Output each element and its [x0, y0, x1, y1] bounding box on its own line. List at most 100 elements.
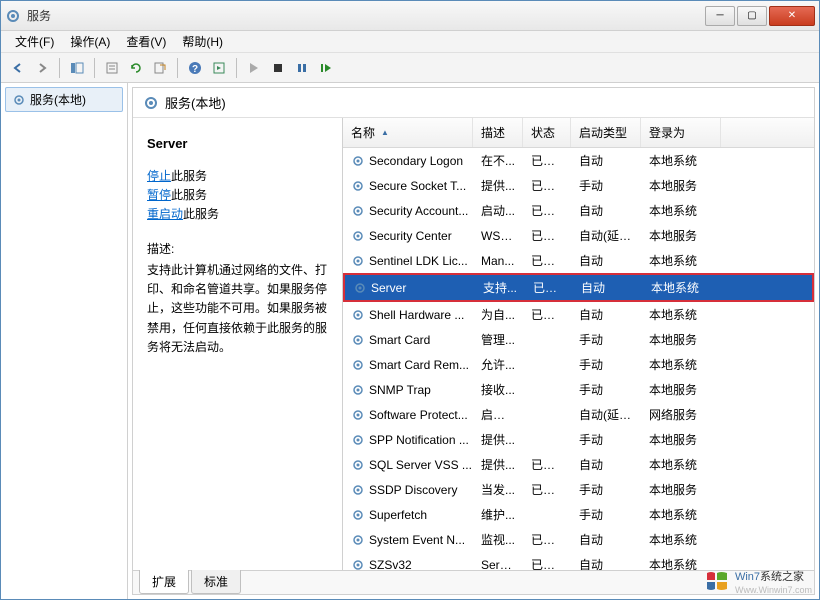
service-status	[523, 338, 571, 342]
service-row[interactable]: Security CenterWSC...已启动自动(延迟...本地服务	[343, 223, 814, 248]
service-row[interactable]: SQL Server VSS ...提供...已启动自动本地系统	[343, 452, 814, 477]
service-startup: 手动	[571, 329, 641, 350]
col-startup[interactable]: 启动类型	[571, 118, 641, 147]
service-name: Secondary Logon	[369, 154, 463, 168]
stop-service-button[interactable]	[267, 57, 289, 79]
gear-icon	[351, 229, 365, 243]
start-service-button[interactable]	[243, 57, 265, 79]
service-list[interactable]: 名称▲ 描述 状态 启动类型 登录为 Secondary Logon 在不... 已…	[343, 118, 814, 570]
service-desc: 当发...	[473, 479, 523, 500]
service-logon: 本地服务	[641, 175, 721, 196]
service-name: System Event N...	[369, 533, 465, 547]
service-name: SSDP Discovery	[369, 483, 457, 497]
action-button[interactable]	[208, 57, 230, 79]
service-row[interactable]: Software Protect...启用 ...自动(延迟...网络服务	[343, 402, 814, 427]
service-row[interactable]: Secure Socket T...提供...已启动手动本地服务	[343, 173, 814, 198]
service-desc: 提供...	[473, 175, 523, 196]
service-status: 已启动	[523, 479, 571, 500]
gear-icon	[351, 383, 365, 397]
service-startup: 手动	[571, 379, 641, 400]
content-area: 服务(本地) 服务(本地) Server 停止此服务 暂停此服务 重启动此服务	[1, 83, 819, 599]
service-logon: 本地系统	[641, 454, 721, 475]
service-row[interactable]: SNMP Trap接收...手动本地服务	[343, 377, 814, 402]
service-logon: 本地系统	[641, 504, 721, 525]
pause-link[interactable]: 暂停	[147, 188, 171, 202]
menu-view[interactable]: 查看(V)	[118, 31, 174, 52]
service-name: SPP Notification ...	[369, 433, 469, 447]
service-row[interactable]: Smart Card管理...手动本地服务	[343, 327, 814, 352]
service-name: Server	[371, 281, 406, 295]
maximize-button[interactable]: ▢	[737, 6, 767, 26]
service-desc: Man...	[473, 252, 523, 270]
toolbar: ?	[1, 53, 819, 83]
tab-extended[interactable]: 扩展	[139, 570, 189, 594]
service-desc: 监视...	[473, 529, 523, 550]
service-startup: 手动	[571, 354, 641, 375]
service-status: 已启动	[525, 277, 573, 298]
service-logon: 本地系统	[641, 250, 721, 271]
restart-link[interactable]: 重启动	[147, 207, 183, 221]
service-logon: 网络服务	[641, 404, 721, 425]
gear-icon	[351, 408, 365, 422]
gear-icon	[351, 308, 365, 322]
window-controls: ─ ▢ ✕	[705, 6, 815, 26]
service-row[interactable]: Security Account...启动...已启动自动本地系统	[343, 198, 814, 223]
minimize-button[interactable]: ─	[705, 6, 735, 26]
service-name: Sentinel LDK Lic...	[369, 254, 468, 268]
service-status	[523, 513, 571, 517]
service-row[interactable]: Smart Card Rem...允许...手动本地系统	[343, 352, 814, 377]
titlebar[interactable]: 服务 ─ ▢ ✕	[1, 1, 819, 31]
export-button[interactable]	[149, 57, 171, 79]
gear-icon	[351, 179, 365, 193]
service-startup: 自动	[571, 529, 641, 550]
refresh-button[interactable]	[125, 57, 147, 79]
watermark-logo	[705, 569, 729, 596]
service-desc: 在不...	[473, 150, 523, 171]
stop-link[interactable]: 停止	[147, 169, 171, 183]
menu-help[interactable]: 帮助(H)	[174, 31, 231, 52]
service-startup: 自动(延迟...	[571, 225, 641, 246]
service-logon: 本地服务	[641, 225, 721, 246]
service-startup: 自动	[571, 554, 641, 570]
service-logon: 本地系统	[641, 304, 721, 325]
pause-service-button[interactable]	[291, 57, 313, 79]
col-status[interactable]: 状态	[523, 118, 571, 147]
col-logon[interactable]: 登录为	[641, 118, 721, 147]
service-row[interactable]: SPP Notification ...提供...手动本地服务	[343, 427, 814, 452]
service-startup: 自动	[573, 277, 643, 298]
col-desc[interactable]: 描述	[473, 118, 523, 147]
tab-standard[interactable]: 标准	[191, 570, 241, 594]
service-name: Smart Card	[369, 333, 430, 347]
service-name: Shell Hardware ...	[369, 308, 464, 322]
service-row[interactable]: Secondary Logon在不...已启动自动本地系统	[343, 148, 814, 173]
description-label: 描述:	[147, 240, 328, 257]
gear-icon	[351, 458, 365, 472]
service-row[interactable]: System Event N...监视...已启动自动本地系统	[343, 527, 814, 552]
close-button[interactable]: ✕	[769, 6, 815, 26]
service-startup: 自动(延迟...	[571, 404, 641, 425]
window-title: 服务	[27, 7, 705, 24]
service-row[interactable]: Server支持...已启动自动本地系统	[343, 273, 814, 302]
service-row[interactable]: SSDP Discovery当发...已启动手动本地服务	[343, 477, 814, 502]
col-name[interactable]: 名称▲	[343, 118, 473, 147]
service-startup: 自动	[571, 250, 641, 271]
menu-action[interactable]: 操作(A)	[62, 31, 118, 52]
forward-button[interactable]	[31, 57, 53, 79]
service-status: 已启动	[523, 304, 571, 325]
service-desc: Servi...	[473, 556, 523, 571]
service-status	[523, 413, 571, 417]
gear-icon	[351, 204, 365, 218]
service-row[interactable]: Superfetch维护...手动本地系统	[343, 502, 814, 527]
show-hide-tree-button[interactable]	[66, 57, 88, 79]
service-logon: 本地系统	[641, 150, 721, 171]
service-row[interactable]: Sentinel LDK Lic...Man...已启动自动本地系统	[343, 248, 814, 273]
help-button[interactable]: ?	[184, 57, 206, 79]
back-button[interactable]	[7, 57, 29, 79]
service-logon: 本地系统	[641, 529, 721, 550]
restart-service-button[interactable]	[315, 57, 337, 79]
menu-file[interactable]: 文件(F)	[7, 31, 62, 52]
tree-root-item[interactable]: 服务(本地)	[5, 87, 123, 112]
service-row[interactable]: Shell Hardware ...为自...已启动自动本地系统	[343, 302, 814, 327]
service-desc: 允许...	[473, 354, 523, 375]
properties-button[interactable]	[101, 57, 123, 79]
